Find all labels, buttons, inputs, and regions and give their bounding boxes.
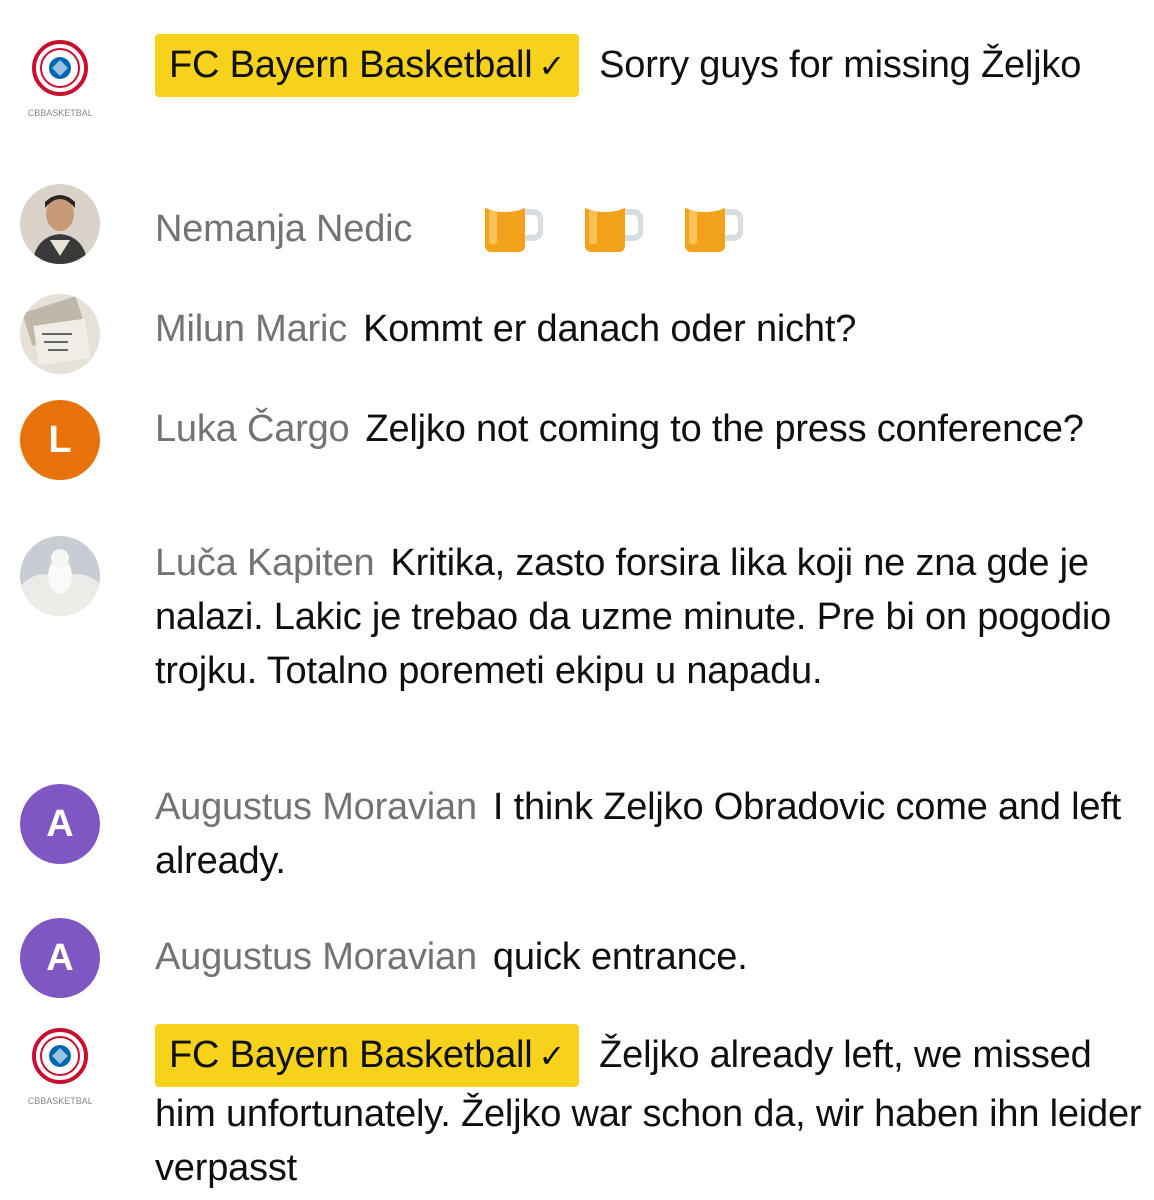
avatar-letter: L bbox=[48, 418, 72, 461]
message-text: Kommt er danach oder nicht? bbox=[363, 308, 857, 350]
chat-message-body: Luka Čargo Zeljko not coming to the press… bbox=[155, 402, 1145, 456]
message-text: quick entrance. bbox=[492, 936, 748, 978]
author-name: Milun Maric bbox=[155, 308, 348, 350]
author-name: FC Bayern Basketball bbox=[169, 1034, 533, 1076]
user-avatar[interactable] bbox=[20, 294, 100, 374]
user-avatar[interactable] bbox=[20, 184, 100, 264]
verified-check-icon: ✓ bbox=[538, 1038, 566, 1074]
user-avatar[interactable]: A bbox=[20, 784, 100, 864]
author-name: Luča Kapiten bbox=[155, 542, 375, 584]
message-text: Sorry guys for missing Željko bbox=[599, 44, 1082, 86]
chat-message-body: Luča Kapiten Kritika, zasto forsira lika … bbox=[155, 536, 1145, 698]
author-name: Augustus Moravian bbox=[155, 786, 477, 828]
club-logo-avatar[interactable]: FCBBASKETBALL bbox=[28, 38, 92, 124]
chat-message-body: FC Bayern Basketball ✓ Željko already left… bbox=[155, 1024, 1145, 1195]
chat-message-body: Milun Maric Kommt er danach oder nicht? bbox=[155, 302, 1145, 356]
verified-author-badge[interactable]: FC Bayern Basketball ✓ bbox=[155, 1024, 580, 1087]
beer-mug-icon bbox=[479, 190, 544, 271]
beer-mug-icon bbox=[679, 190, 745, 271]
club-logo-caption: FCBBASKETBALL bbox=[28, 108, 92, 118]
avatar-letter: A bbox=[46, 936, 74, 979]
message-text: Zeljko not coming to the press conferenc… bbox=[365, 408, 1084, 450]
club-logo-avatar[interactable]: FCBBASKETBALL bbox=[28, 1026, 92, 1112]
user-avatar[interactable]: L bbox=[20, 400, 100, 480]
beer-mug-icon bbox=[579, 190, 644, 271]
chat-message-body: Augustus Moravian I think Zeljko Obradovi… bbox=[155, 780, 1145, 888]
avatar-letter: A bbox=[46, 802, 74, 845]
chat-message-body: Augustus Moravian quick entrance. bbox=[155, 930, 1145, 984]
club-logo-caption: FCBBASKETBALL bbox=[28, 1096, 92, 1106]
author-name: Augustus Moravian bbox=[155, 936, 477, 978]
user-avatar[interactable]: A bbox=[20, 918, 100, 998]
live-chat-feed: FCBBASKETBALL FC Bayern Basketball✓Sorry… bbox=[0, 0, 1154, 1200]
verified-check-icon: ✓ bbox=[538, 48, 566, 84]
verified-author-badge[interactable]: FC Bayern Basketball ✓ bbox=[155, 34, 580, 97]
author-name: FC Bayern Basketball bbox=[169, 44, 533, 86]
author-name: Nemanja Nedic bbox=[155, 207, 413, 250]
chat-message-body: Nemanja Nedic bbox=[155, 190, 1145, 271]
user-avatar[interactable] bbox=[20, 536, 100, 616]
author-name: Luka Čargo bbox=[155, 408, 350, 450]
chat-message-body: FC Bayern Basketball ✓ Sorry guys for miss… bbox=[155, 34, 1145, 97]
